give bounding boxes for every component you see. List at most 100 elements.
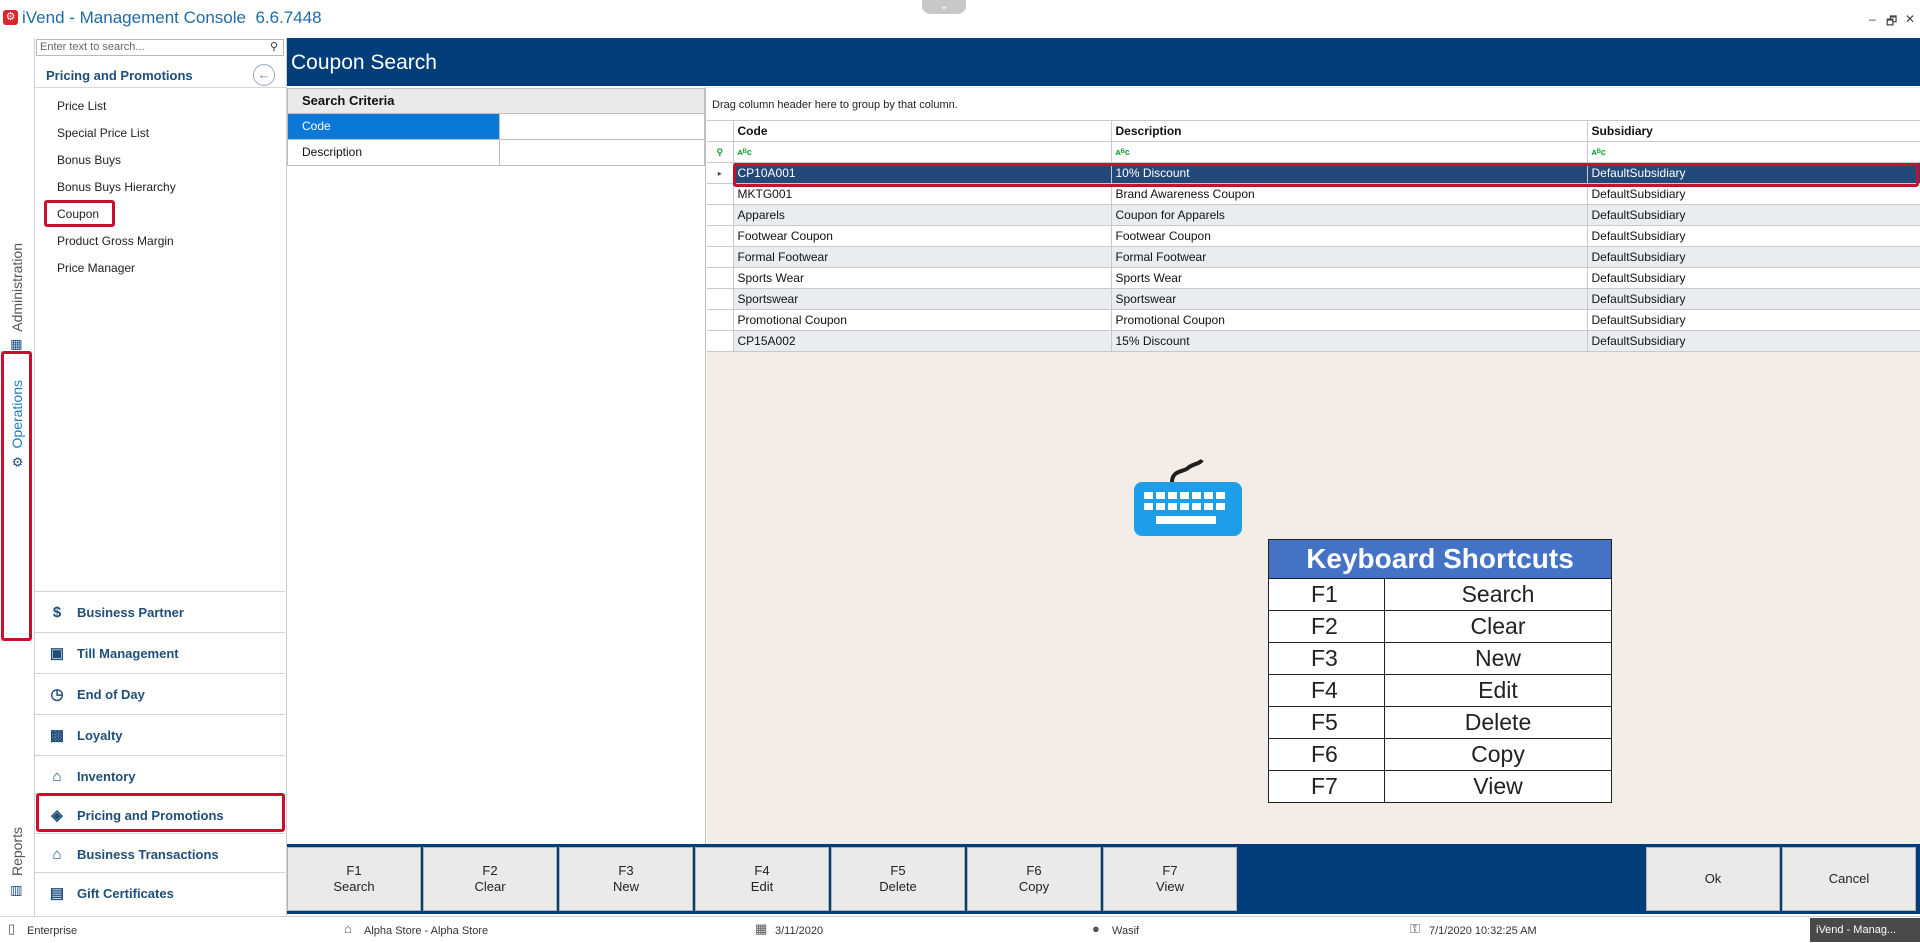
cell-code: Formal Footwear bbox=[732, 246, 1112, 268]
shortcut-row: F6 Copy bbox=[1268, 738, 1612, 771]
cell-code: Footwear Coupon bbox=[732, 225, 1112, 247]
cancel-button[interactable]: Cancel bbox=[1782, 847, 1916, 911]
table-row[interactable]: ▸ CP10A001 10% Discount DefaultSubsidiar… bbox=[707, 162, 1920, 184]
group-by-panel[interactable]: Drag column header here to group by that… bbox=[707, 88, 1920, 120]
code-input[interactable] bbox=[500, 114, 704, 139]
row-indicator bbox=[707, 183, 734, 205]
shortcut-action: Copy bbox=[1384, 738, 1612, 771]
gift-certificate-icon: ▤ bbox=[49, 885, 65, 902]
close-button[interactable]: ✕ bbox=[1905, 12, 1915, 26]
page-header bbox=[287, 38, 1920, 86]
column-header-description[interactable]: Description bbox=[1110, 120, 1588, 142]
shortcut-key: F3 bbox=[1268, 642, 1385, 675]
section-label: Business Transactions bbox=[77, 846, 219, 862]
cell-code: Apparels bbox=[732, 204, 1112, 226]
table-row[interactable]: CP15A002 15% Discount DefaultSubsidiary bbox=[707, 330, 1920, 352]
filter-cell-description[interactable]: ᴀᴮc bbox=[1110, 141, 1588, 163]
nav-item-coupon[interactable]: Coupon bbox=[57, 207, 99, 221]
shortcut-key: F5 bbox=[1268, 706, 1385, 739]
report-icon: ▤ bbox=[9, 884, 25, 897]
cell-subsidiary: DefaultSubsidiary bbox=[1586, 183, 1920, 205]
f1-search-button[interactable]: F1 Search bbox=[287, 847, 421, 911]
nav-item-price-list[interactable]: Price List bbox=[57, 99, 106, 113]
nav-item-product-gross-margin[interactable]: Product Gross Margin bbox=[57, 234, 174, 248]
f7-view-button[interactable]: F7 View bbox=[1103, 847, 1237, 911]
search-icon[interactable]: ⚲ bbox=[270, 40, 278, 53]
collapse-handle-icon[interactable]: ⌄ bbox=[922, 0, 966, 14]
cell-subsidiary: DefaultSubsidiary bbox=[1586, 330, 1920, 352]
table-row[interactable]: Footwear Coupon Footwear Coupon DefaultS… bbox=[707, 225, 1920, 247]
cell-description: 10% Discount bbox=[1110, 162, 1588, 184]
shortcut-key: F4 bbox=[1268, 674, 1385, 707]
filter-cell-code[interactable]: ᴀᴮc bbox=[732, 141, 1112, 163]
row-indicator bbox=[707, 288, 734, 310]
table-row[interactable]: Formal Footwear Formal Footwear DefaultS… bbox=[707, 246, 1920, 268]
key-icon: ⚿ bbox=[1410, 921, 1420, 936]
shortcut-action: New bbox=[1384, 642, 1612, 675]
fkey-key: F3 bbox=[618, 863, 634, 878]
fkey-key: F7 bbox=[1162, 863, 1178, 878]
ok-button[interactable]: Ok bbox=[1646, 847, 1780, 911]
column-header-code[interactable]: Code bbox=[732, 120, 1112, 142]
section-business-partner[interactable]: $ Business Partner bbox=[35, 591, 285, 632]
section-till-management[interactable]: ▣ Till Management bbox=[35, 632, 285, 673]
f4-edit-button[interactable]: F4 Edit bbox=[695, 847, 829, 911]
back-arrow-icon[interactable]: ← bbox=[253, 64, 275, 86]
section-label: Gift Certificates bbox=[77, 885, 174, 901]
table-row[interactable]: Sports Wear Sports Wear DefaultSubsidiar… bbox=[707, 267, 1920, 289]
nav-item-special-price-list[interactable]: Special Price List bbox=[57, 126, 149, 140]
section-inventory[interactable]: ⌂ Inventory bbox=[35, 755, 285, 796]
section-pricing-and-promotions[interactable]: ◈ Pricing and Promotions bbox=[35, 794, 285, 835]
column-header-subsidiary[interactable]: Subsidiary bbox=[1586, 120, 1920, 142]
nav-item-bonus-buys-hierarchy[interactable]: Bonus Buys Hierarchy bbox=[57, 180, 176, 194]
taskbar-app-button[interactable]: iVend - Manag... bbox=[1810, 918, 1920, 942]
table-row[interactable]: MKTG001 Brand Awareness Coupon DefaultSu… bbox=[707, 183, 1920, 205]
cell-description: Brand Awareness Coupon bbox=[1110, 183, 1588, 205]
section-label: Till Management bbox=[77, 645, 179, 661]
nav-item-price-manager[interactable]: Price Manager bbox=[57, 261, 135, 275]
section-business-transactions[interactable]: ⌂ Business Transactions bbox=[35, 833, 285, 874]
f3-new-button[interactable]: F3 New bbox=[559, 847, 693, 911]
cell-description: Footwear Coupon bbox=[1110, 225, 1588, 247]
section-label: Business Partner bbox=[77, 604, 184, 620]
f2-clear-button[interactable]: F2 Clear bbox=[423, 847, 557, 911]
window-title: iVend - Management Console 6.6.7448 bbox=[22, 8, 322, 27]
f6-copy-button[interactable]: F6 Copy bbox=[967, 847, 1101, 911]
tag-icon: ◈ bbox=[51, 807, 63, 824]
cell-subsidiary: DefaultSubsidiary bbox=[1586, 225, 1920, 247]
shortcut-row: F2 Clear bbox=[1268, 610, 1612, 643]
fkey-label: Delete bbox=[879, 879, 917, 894]
module-rail: Administration ▦ Operations ⚙ Reports ▤ bbox=[0, 38, 35, 916]
section-loyalty[interactable]: ▩ Loyalty bbox=[35, 714, 285, 755]
nav-item-bonus-buys[interactable]: Bonus Buys bbox=[57, 153, 121, 167]
description-input[interactable] bbox=[500, 140, 704, 165]
cell-description: Promotional Coupon bbox=[1110, 309, 1588, 331]
restore-button[interactable]: 🗗 bbox=[1886, 12, 1897, 33]
rail-label-reports: Reports bbox=[9, 827, 25, 877]
fkey-key: F1 bbox=[346, 863, 362, 878]
row-indicator bbox=[707, 225, 734, 247]
shortcut-row: F5 Delete bbox=[1268, 706, 1612, 739]
shortcut-key: F6 bbox=[1268, 738, 1385, 771]
f5-delete-button[interactable]: F5 Delete bbox=[831, 847, 965, 911]
cell-code: MKTG001 bbox=[732, 183, 1112, 205]
divider bbox=[35, 87, 286, 88]
section-end-of-day[interactable]: ◷ End of Day bbox=[35, 673, 285, 714]
rail-tab-reports[interactable]: Reports ▤ bbox=[0, 818, 34, 908]
table-row[interactable]: Apparels Coupon for Apparels DefaultSubs… bbox=[707, 204, 1920, 226]
filter-cell-subsidiary[interactable]: ᴀᴮc bbox=[1586, 141, 1920, 163]
criteria-row-code: Code bbox=[287, 114, 705, 140]
minimize-button[interactable]: – bbox=[1869, 12, 1876, 26]
nav-header: Pricing and Promotions bbox=[46, 68, 193, 83]
shortcut-row: F7 View bbox=[1268, 770, 1612, 803]
section-gift-certificates[interactable]: ▤ Gift Certificates bbox=[35, 872, 285, 913]
gift-icon: ▩ bbox=[49, 727, 65, 744]
nav-search-input[interactable]: Enter text to search... bbox=[36, 39, 284, 56]
table-row[interactable]: Promotional Coupon Promotional Coupon De… bbox=[707, 309, 1920, 331]
rail-tab-operations[interactable]: Operations ⚙ bbox=[0, 288, 34, 562]
grid-header-row: Code Description Subsidiary bbox=[707, 120, 1920, 142]
fkey-key: F6 bbox=[1026, 863, 1042, 878]
table-row[interactable]: Sportswear Sportswear DefaultSubsidiary bbox=[707, 288, 1920, 310]
rail-label-operations: Operations bbox=[9, 379, 25, 449]
user-icon: ● bbox=[1092, 921, 1100, 936]
